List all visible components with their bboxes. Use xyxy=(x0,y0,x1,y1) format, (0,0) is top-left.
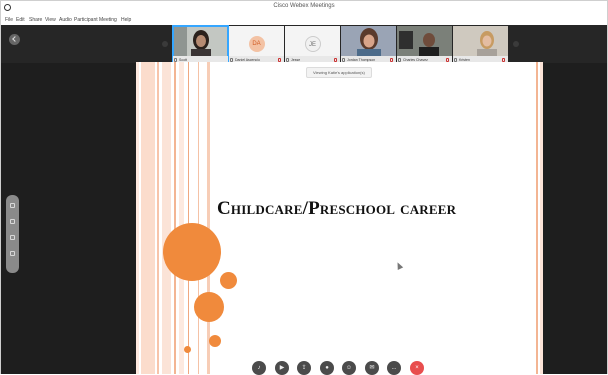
menu-bar: File Edit Share View Audio Participant M… xyxy=(1,15,607,25)
menu-participant[interactable]: Participant xyxy=(74,17,98,23)
participant-tile-daniel-ascencio[interactable]: DA Daniel Ascencio xyxy=(229,26,284,63)
decor-circle-small xyxy=(184,346,191,353)
meeting-stage: Scott DA Daniel Ascencio JE Jesse Jordan… xyxy=(1,25,607,375)
shared-slide: Viewing Katie's application(s) Childcare… xyxy=(136,62,543,374)
window-title: Cisco Webex Meetings xyxy=(273,3,335,9)
participant-tile-jordan-thompson[interactable]: Jordan Thompson xyxy=(341,26,396,63)
slide-title: Childcare/Preschool career xyxy=(217,198,457,219)
menu-share[interactable]: Share xyxy=(29,17,42,23)
decor-circle xyxy=(194,292,224,322)
camera-icon[interactable]: ▶ xyxy=(275,361,289,375)
menu-file[interactable]: File xyxy=(5,17,13,23)
strip-scroll-left-icon[interactable] xyxy=(162,41,168,47)
menu-view[interactable]: View xyxy=(45,17,56,23)
participant-video xyxy=(173,26,228,56)
grid-icon[interactable] xyxy=(10,219,15,224)
decor-circle xyxy=(209,335,221,347)
back-button[interactable] xyxy=(9,34,20,45)
participant-video xyxy=(341,26,396,56)
initials-avatar: JE xyxy=(304,36,321,52)
participant-strip: Scott DA Daniel Ascencio JE Jesse Jordan… xyxy=(1,25,607,64)
person-icon[interactable]: ☺ xyxy=(342,361,356,375)
participant-video xyxy=(397,26,452,56)
webex-window: Cisco Webex Meetings File Edit Share Vie… xyxy=(0,0,608,375)
participant-tile-charles-chavez[interactable]: Charles Chavez xyxy=(397,26,452,63)
expand-icon[interactable] xyxy=(10,235,15,240)
participant-tile-jesse[interactable]: JE Jesse xyxy=(285,26,340,63)
menu-meeting[interactable]: Meeting xyxy=(99,17,117,23)
menu-audio[interactable]: Audio xyxy=(59,17,72,23)
participant-tile-kristen[interactable]: Kristen xyxy=(453,26,508,63)
mouse-cursor-icon xyxy=(394,261,404,270)
chat-icon[interactable]: ✉ xyxy=(365,361,379,375)
initials-avatar: DA xyxy=(248,36,265,52)
decor-circle xyxy=(220,272,237,289)
participant-video xyxy=(453,26,508,56)
participant-tile-scott[interactable]: Scott xyxy=(172,25,229,64)
viewing-indicator: Viewing Katie's application(s) xyxy=(306,67,372,78)
more-icon[interactable]: ... xyxy=(387,361,401,375)
record-icon[interactable]: ● xyxy=(320,361,334,375)
draw-icon[interactable] xyxy=(10,203,15,208)
menu-edit[interactable]: Edit xyxy=(16,17,25,23)
microphone-icon[interactable]: ♪ xyxy=(252,361,266,375)
decor-circle-large xyxy=(163,223,221,281)
minimize-icon[interactable] xyxy=(10,251,15,256)
close-icon[interactable]: × xyxy=(410,361,424,375)
strip-scroll-right-icon[interactable] xyxy=(513,41,519,47)
share-icon[interactable]: ⇪ xyxy=(297,361,311,375)
floating-side-panel[interactable] xyxy=(6,195,19,273)
meeting-controls: ♪ ▶ ⇪ ● ☺ ✉ ... × xyxy=(252,361,426,375)
menu-help[interactable]: Help xyxy=(121,17,131,23)
title-bar: Cisco Webex Meetings xyxy=(1,1,607,15)
